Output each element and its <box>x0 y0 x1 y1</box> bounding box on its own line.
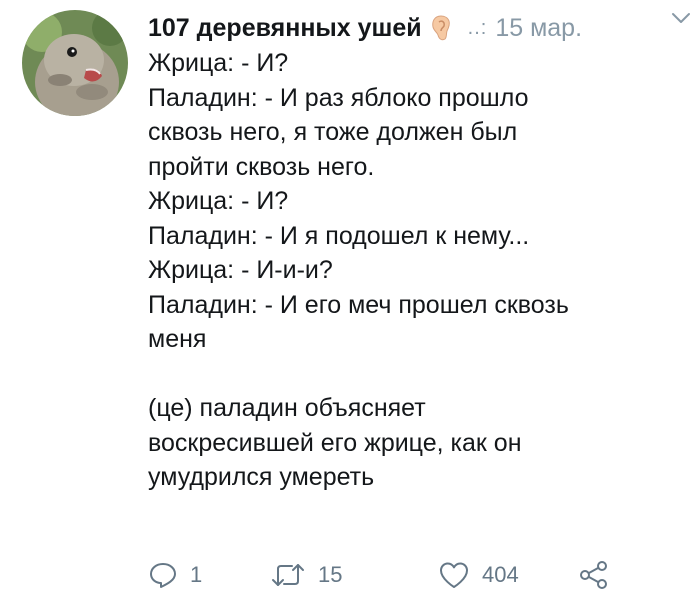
text-line: Паладин: - И я подошел к нему... <box>148 221 530 250</box>
like-count: 404 <box>482 562 519 587</box>
tweet-header: 107 деревянных ушей ..: 15 мар. <box>148 10 686 46</box>
reply-icon <box>150 563 176 588</box>
share-button[interactable] <box>578 558 610 592</box>
tweet-date[interactable]: 15 мар. <box>495 14 582 43</box>
reply-button[interactable]: 1 <box>148 558 202 592</box>
text-line: (це) паладин объясняет <box>148 394 426 422</box>
retweet-button[interactable]: 15 <box>270 558 342 592</box>
chevron-down-icon[interactable] <box>670 10 692 26</box>
text-line-blank <box>148 357 688 392</box>
like-button[interactable]: 404 <box>438 558 519 592</box>
text-line: Паладин: - И раз яблоко прошло <box>148 83 529 112</box>
reply-count: 1 <box>190 562 203 587</box>
text-line: воскресившей его жрице, как он <box>148 428 522 457</box>
retweet-icon <box>272 564 304 586</box>
avatar[interactable] <box>22 10 128 116</box>
tweet-actions: 1 15 404 <box>148 558 668 592</box>
avatar-image <box>22 10 128 116</box>
text-line: Жрица: - И? <box>148 49 289 77</box>
text-line: умудрился умереть <box>148 463 375 491</box>
tweet: 107 деревянных ушей ..: 15 мар. Жрица: -… <box>0 0 700 599</box>
share-icon <box>580 561 607 589</box>
text-line: Жрица: - И-и-и? <box>148 256 333 284</box>
heart-icon <box>440 562 468 588</box>
text-line: Паладин: - И его меч прошел сквозь <box>148 290 569 319</box>
retweet-count: 15 <box>318 562 343 587</box>
author-handle[interactable]: ..: <box>468 17 488 40</box>
tweet-text: Жрица: - И? Паладин: - И раз яблоко прош… <box>148 46 688 495</box>
text-line: Жрица: - И? <box>148 187 289 215</box>
ear-icon <box>430 14 452 42</box>
text-line: сквозь него, я тоже должен был <box>148 118 518 146</box>
text-line: пройти сквозь него. <box>148 152 375 181</box>
text-line: меня <box>148 325 207 353</box>
author-name[interactable]: 107 деревянных ушей <box>148 14 422 43</box>
